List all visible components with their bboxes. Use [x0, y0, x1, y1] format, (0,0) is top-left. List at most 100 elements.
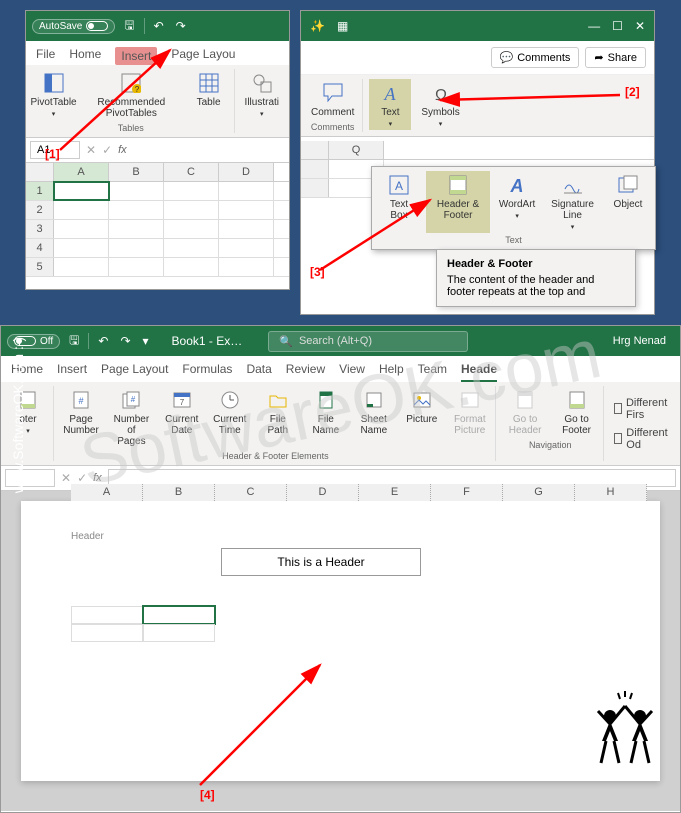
format-picture-icon	[458, 388, 482, 412]
undo-icon[interactable]: ↶	[95, 334, 111, 348]
numpages-icon: #	[119, 388, 143, 412]
col-header[interactable]: D	[219, 163, 274, 181]
illustrations-icon	[250, 71, 274, 95]
different-odd-checkbox[interactable]: Different Od	[614, 427, 670, 451]
goto-footer-button[interactable]: Go to Footer	[554, 386, 598, 438]
panel-header-editing: Off 🖫 ↶ ↷ ▾ Book1 - Ex… 🔍 Search (Alt+Q)…	[0, 325, 681, 813]
illustrations-button[interactable]: Illustrati▾	[241, 69, 283, 120]
goto-footer-icon	[565, 388, 589, 412]
tooltip-header-footer: Header & Footer The content of the heade…	[436, 249, 636, 307]
file-name-button[interactable]: File Name	[305, 386, 347, 449]
col-header[interactable]: A	[54, 163, 109, 181]
tab-help[interactable]: Help	[379, 362, 404, 382]
dropdown-icon[interactable]: ▾	[140, 334, 152, 348]
minimize-icon[interactable]: —	[585, 19, 603, 33]
different-first-checkbox[interactable]: Different Firs	[614, 397, 670, 421]
toggle-off-icon	[86, 21, 108, 31]
time-icon	[218, 388, 242, 412]
svg-text:A: A	[510, 176, 524, 196]
page-number-button[interactable]: #Page Number	[60, 386, 102, 449]
file-path-button[interactable]: File Path	[257, 386, 299, 449]
panel-insert-tab: AutoSave 🖫 ↶ ↷ File Home Insert Page Lay…	[25, 10, 290, 290]
tab-file[interactable]: File	[36, 47, 55, 65]
wordart-button[interactable]: A WordArt▾	[496, 171, 538, 233]
text-dropdown-panel: A Text Box Header & Footer A WordArt▾ Si…	[371, 166, 656, 250]
tab-strip: Home Insert Page Layout Formulas Data Re…	[1, 356, 680, 382]
pivottable-icon	[42, 71, 66, 95]
tab-view[interactable]: View	[339, 362, 365, 382]
current-date-button[interactable]: 7Current Date	[161, 386, 203, 449]
display-mode-icon[interactable]: ▦	[334, 19, 351, 33]
ribbon: PivotTable▾ ? Recommended PivotTables Ta…	[26, 65, 289, 138]
signature-line-button[interactable]: Signature Line▾	[544, 171, 601, 233]
tab-header[interactable]: Heade	[461, 362, 497, 382]
text-box-button[interactable]: A Text Box	[378, 171, 420, 233]
table-button[interactable]: Table	[188, 69, 230, 121]
object-button[interactable]: Object	[607, 171, 649, 233]
tab-insert[interactable]: Insert	[57, 362, 87, 382]
number-of-pages-button[interactable]: #Number of Pages	[108, 386, 155, 449]
table-icon	[197, 71, 221, 95]
svg-text:#: #	[131, 395, 136, 404]
tab-strip: File Home Insert Page Layou	[26, 41, 289, 65]
search-icon: 🔍	[279, 335, 293, 348]
save-icon[interactable]: 🖫	[121, 16, 137, 37]
fx-icon[interactable]: fx	[93, 472, 102, 484]
enter-icon[interactable]: ✓	[102, 143, 112, 157]
formula-bar-row: ✕ ✓ fx	[26, 138, 289, 163]
svg-text:#: #	[78, 396, 83, 406]
tab-home[interactable]: Home	[69, 47, 101, 65]
spreadsheet-grid[interactable]: A B C D 1 2 3 4 5	[26, 163, 289, 277]
ribbon: Comment Comments A Text▾ Ω Symbols▾	[301, 75, 654, 137]
col-header[interactable]: B	[109, 163, 164, 181]
cancel-icon[interactable]: ✕	[86, 143, 96, 157]
comment-bubble-icon	[321, 81, 345, 105]
recommended-icon: ?	[119, 71, 143, 95]
fx-icon[interactable]: fx	[118, 144, 127, 156]
header-footer-button[interactable]: Header & Footer	[426, 171, 490, 233]
redo-icon[interactable]: ↷	[173, 19, 189, 33]
tab-review[interactable]: Review	[286, 362, 325, 382]
close-icon[interactable]: ✕	[632, 19, 648, 33]
sheet-area[interactable]: A B C D E F G H Header This is a Header	[1, 491, 680, 811]
tab-insert[interactable]: Insert	[115, 47, 157, 65]
comment-button[interactable]: Comment	[307, 79, 358, 120]
wand-icon[interactable]: ✨	[307, 19, 328, 33]
picture-button[interactable]: Picture	[401, 386, 443, 449]
marker-1: [1]	[45, 147, 60, 161]
svg-text:A: A	[384, 84, 397, 104]
filepath-icon	[266, 388, 290, 412]
group-label-tables: Tables	[32, 123, 230, 133]
symbols-omega-icon: Ω	[429, 81, 453, 105]
symbols-button[interactable]: Ω Symbols▾	[417, 79, 463, 130]
share-button[interactable]: ➦Share	[585, 47, 646, 68]
tab-page-layout[interactable]: Page Layout	[101, 362, 168, 382]
goto-header-button: Go to Header	[502, 386, 549, 438]
user-name[interactable]: Hrg Nenad	[613, 335, 674, 347]
picture-icon	[410, 388, 434, 412]
recommended-pivottables-button[interactable]: ? Recommended PivotTables	[81, 69, 181, 121]
col-header[interactable]: C	[164, 163, 219, 181]
sheet-name-button[interactable]: Sheet Name	[353, 386, 395, 449]
autosave-toggle[interactable]: AutoSave	[32, 19, 115, 34]
save-icon[interactable]: 🖫	[66, 331, 82, 352]
current-time-button[interactable]: Current Time	[209, 386, 251, 449]
search-input[interactable]: 🔍 Search (Alt+Q)	[268, 331, 468, 352]
maximize-icon[interactable]: ☐	[609, 19, 626, 33]
text-dropdown-button[interactable]: A Text▾	[369, 79, 411, 130]
redo-icon[interactable]: ↷	[117, 334, 133, 348]
undo-icon[interactable]: ↶	[151, 19, 167, 33]
header-edit-box[interactable]: This is a Header	[221, 548, 421, 576]
comments-button[interactable]: 💬Comments	[491, 47, 580, 68]
svg-text:7: 7	[180, 398, 185, 407]
tab-data[interactable]: Data	[246, 362, 271, 382]
tab-formulas[interactable]: Formulas	[182, 362, 232, 382]
doc-title: Book1 - Ex…	[172, 334, 243, 348]
tab-page-layout[interactable]: Page Layou	[171, 47, 235, 65]
tab-team[interactable]: Team	[418, 362, 447, 382]
text-a-icon: A	[378, 81, 402, 105]
active-cell[interactable]	[143, 606, 215, 624]
celebration-figures-icon	[590, 691, 660, 771]
pivottable-button[interactable]: PivotTable▾	[32, 69, 75, 121]
comment-icon: 💬	[500, 51, 514, 64]
